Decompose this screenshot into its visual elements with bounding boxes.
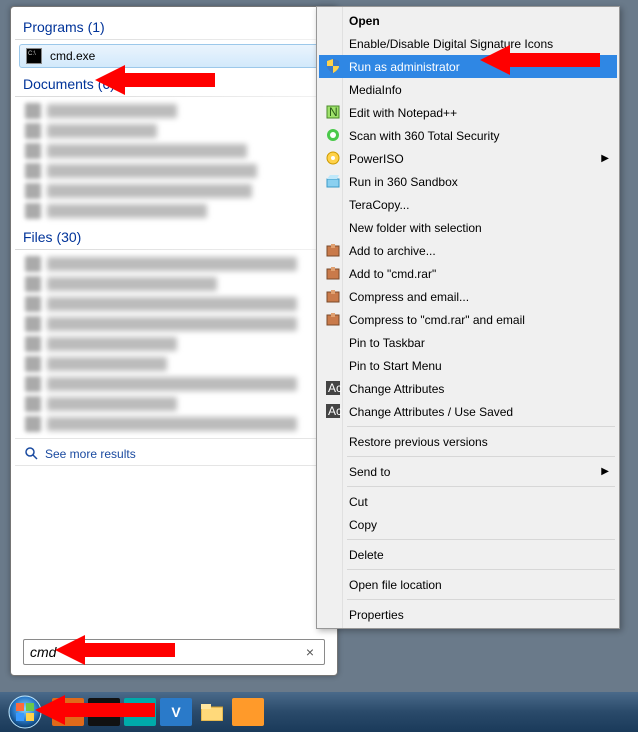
cm-scan-360[interactable]: Scan with 360 Total Security bbox=[319, 124, 617, 147]
cm-poweriso[interactable]: PowerISO ▶ bbox=[319, 147, 617, 170]
taskbar-app-icon[interactable]: V bbox=[160, 698, 192, 726]
cm-edit-notepadpp[interactable]: N Edit with Notepad++ bbox=[319, 101, 617, 124]
cm-mediainfo[interactable]: MediaInfo bbox=[319, 78, 617, 101]
taskbar-app-icon[interactable] bbox=[88, 698, 120, 726]
document-result-blurred[interactable] bbox=[25, 203, 323, 219]
winrar-icon bbox=[325, 311, 341, 327]
svg-text:Ac: Ac bbox=[328, 381, 341, 395]
documents-header: Documents (6) bbox=[15, 68, 333, 94]
submenu-arrow-icon: ▶ bbox=[601, 153, 609, 164]
document-result-blurred[interactable] bbox=[25, 163, 323, 179]
cm-delete[interactable]: Delete bbox=[319, 543, 617, 566]
programs-header: Programs (1) bbox=[15, 11, 333, 37]
poweriso-icon bbox=[325, 150, 341, 166]
file-result-blurred[interactable] bbox=[25, 416, 323, 432]
svg-text:Ac: Ac bbox=[328, 404, 341, 418]
file-result-blurred[interactable] bbox=[25, 336, 323, 352]
cm-enable-disable-signature-icons[interactable]: Enable/Disable Digital Signature Icons bbox=[319, 32, 617, 55]
cm-add-to-cmd-rar[interactable]: Add to "cmd.rar" bbox=[319, 262, 617, 285]
magnifier-icon bbox=[25, 447, 39, 461]
cm-open[interactable]: Open bbox=[319, 9, 617, 32]
cm-send-to[interactable]: Send to▶ bbox=[319, 460, 617, 483]
see-more-results[interactable]: See more results bbox=[15, 438, 333, 466]
document-result-blurred[interactable] bbox=[25, 183, 323, 199]
file-result-blurred[interactable] bbox=[25, 296, 323, 312]
notepadpp-icon: N bbox=[325, 104, 341, 120]
cm-properties[interactable]: Properties bbox=[319, 603, 617, 626]
context-menu-separator bbox=[347, 539, 615, 540]
cm-open-file-location[interactable]: Open file location bbox=[319, 573, 617, 596]
context-menu-separator bbox=[347, 426, 615, 427]
program-label: cmd.exe bbox=[50, 49, 95, 63]
cmd-icon bbox=[26, 48, 42, 64]
file-result-blurred[interactable] bbox=[25, 256, 323, 272]
file-result-blurred[interactable] bbox=[25, 396, 323, 412]
search-input[interactable] bbox=[30, 644, 302, 660]
context-menu-separator bbox=[347, 599, 615, 600]
cm-pin-startmenu[interactable]: Pin to Start Menu bbox=[319, 354, 617, 377]
context-menu-separator bbox=[347, 486, 615, 487]
file-result-blurred[interactable] bbox=[25, 316, 323, 332]
search-box[interactable]: × bbox=[23, 639, 325, 665]
cm-restore-previous-versions[interactable]: Restore previous versions bbox=[319, 430, 617, 453]
cm-change-attributes-saved[interactable]: Ac Change Attributes / Use Saved bbox=[319, 400, 617, 423]
winrar-icon bbox=[325, 242, 341, 258]
document-result-blurred[interactable] bbox=[25, 123, 323, 139]
taskbar-app-icon[interactable] bbox=[52, 698, 84, 726]
taskbar: V bbox=[0, 692, 638, 732]
cm-copy[interactable]: Copy bbox=[319, 513, 617, 536]
cm-cut[interactable]: Cut bbox=[319, 490, 617, 513]
cm-run-360-sandbox[interactable]: Run in 360 Sandbox bbox=[319, 170, 617, 193]
cm-run-as-administrator[interactable]: Run as administrator bbox=[319, 55, 617, 78]
document-result-blurred[interactable] bbox=[25, 143, 323, 159]
file-result-blurred[interactable] bbox=[25, 356, 323, 372]
program-result-cmd[interactable]: cmd.exe bbox=[19, 44, 329, 68]
taskbar-app-icon[interactable] bbox=[124, 698, 156, 726]
document-result-blurred[interactable] bbox=[25, 103, 323, 119]
cm-teracopy[interactable]: TeraCopy... bbox=[319, 193, 617, 216]
winrar-icon bbox=[325, 288, 341, 304]
winrar-icon bbox=[325, 265, 341, 281]
file-result-blurred[interactable] bbox=[25, 276, 323, 292]
cm-compress-email[interactable]: Compress and email... bbox=[319, 285, 617, 308]
divider bbox=[15, 39, 333, 40]
start-menu-panel: Programs (1) cmd.exe Documents (6) Files… bbox=[10, 6, 338, 676]
divider bbox=[15, 96, 333, 97]
cm-compress-cmd-email[interactable]: Compress to "cmd.rar" and email bbox=[319, 308, 617, 331]
attributes-icon: Ac bbox=[325, 403, 341, 419]
cm-add-to-archive[interactable]: Add to archive... bbox=[319, 239, 617, 262]
clear-search-icon[interactable]: × bbox=[302, 644, 318, 660]
context-menu: Open Enable/Disable Digital Signature Ic… bbox=[316, 6, 620, 629]
cm-change-attributes[interactable]: Ac Change Attributes bbox=[319, 377, 617, 400]
context-menu-separator bbox=[347, 456, 615, 457]
file-result-blurred[interactable] bbox=[25, 376, 323, 392]
scan-360-icon bbox=[325, 127, 341, 143]
see-more-label: See more results bbox=[45, 447, 136, 461]
submenu-arrow-icon: ▶ bbox=[601, 466, 609, 477]
sandbox-icon bbox=[325, 173, 341, 189]
context-menu-separator bbox=[347, 569, 615, 570]
windows-orb-icon bbox=[7, 694, 43, 730]
attributes-icon: Ac bbox=[325, 380, 341, 396]
files-header: Files (30) bbox=[15, 221, 333, 247]
divider bbox=[15, 249, 333, 250]
shield-icon bbox=[325, 58, 341, 74]
svg-text:N: N bbox=[329, 105, 338, 119]
taskbar-app-icon[interactable] bbox=[232, 698, 264, 726]
taskbar-explorer-icon[interactable] bbox=[196, 698, 228, 726]
search-box-wrap: × bbox=[15, 629, 333, 671]
cm-new-folder-selection[interactable]: New folder with selection bbox=[319, 216, 617, 239]
start-button[interactable] bbox=[2, 693, 48, 731]
cm-pin-taskbar[interactable]: Pin to Taskbar bbox=[319, 331, 617, 354]
